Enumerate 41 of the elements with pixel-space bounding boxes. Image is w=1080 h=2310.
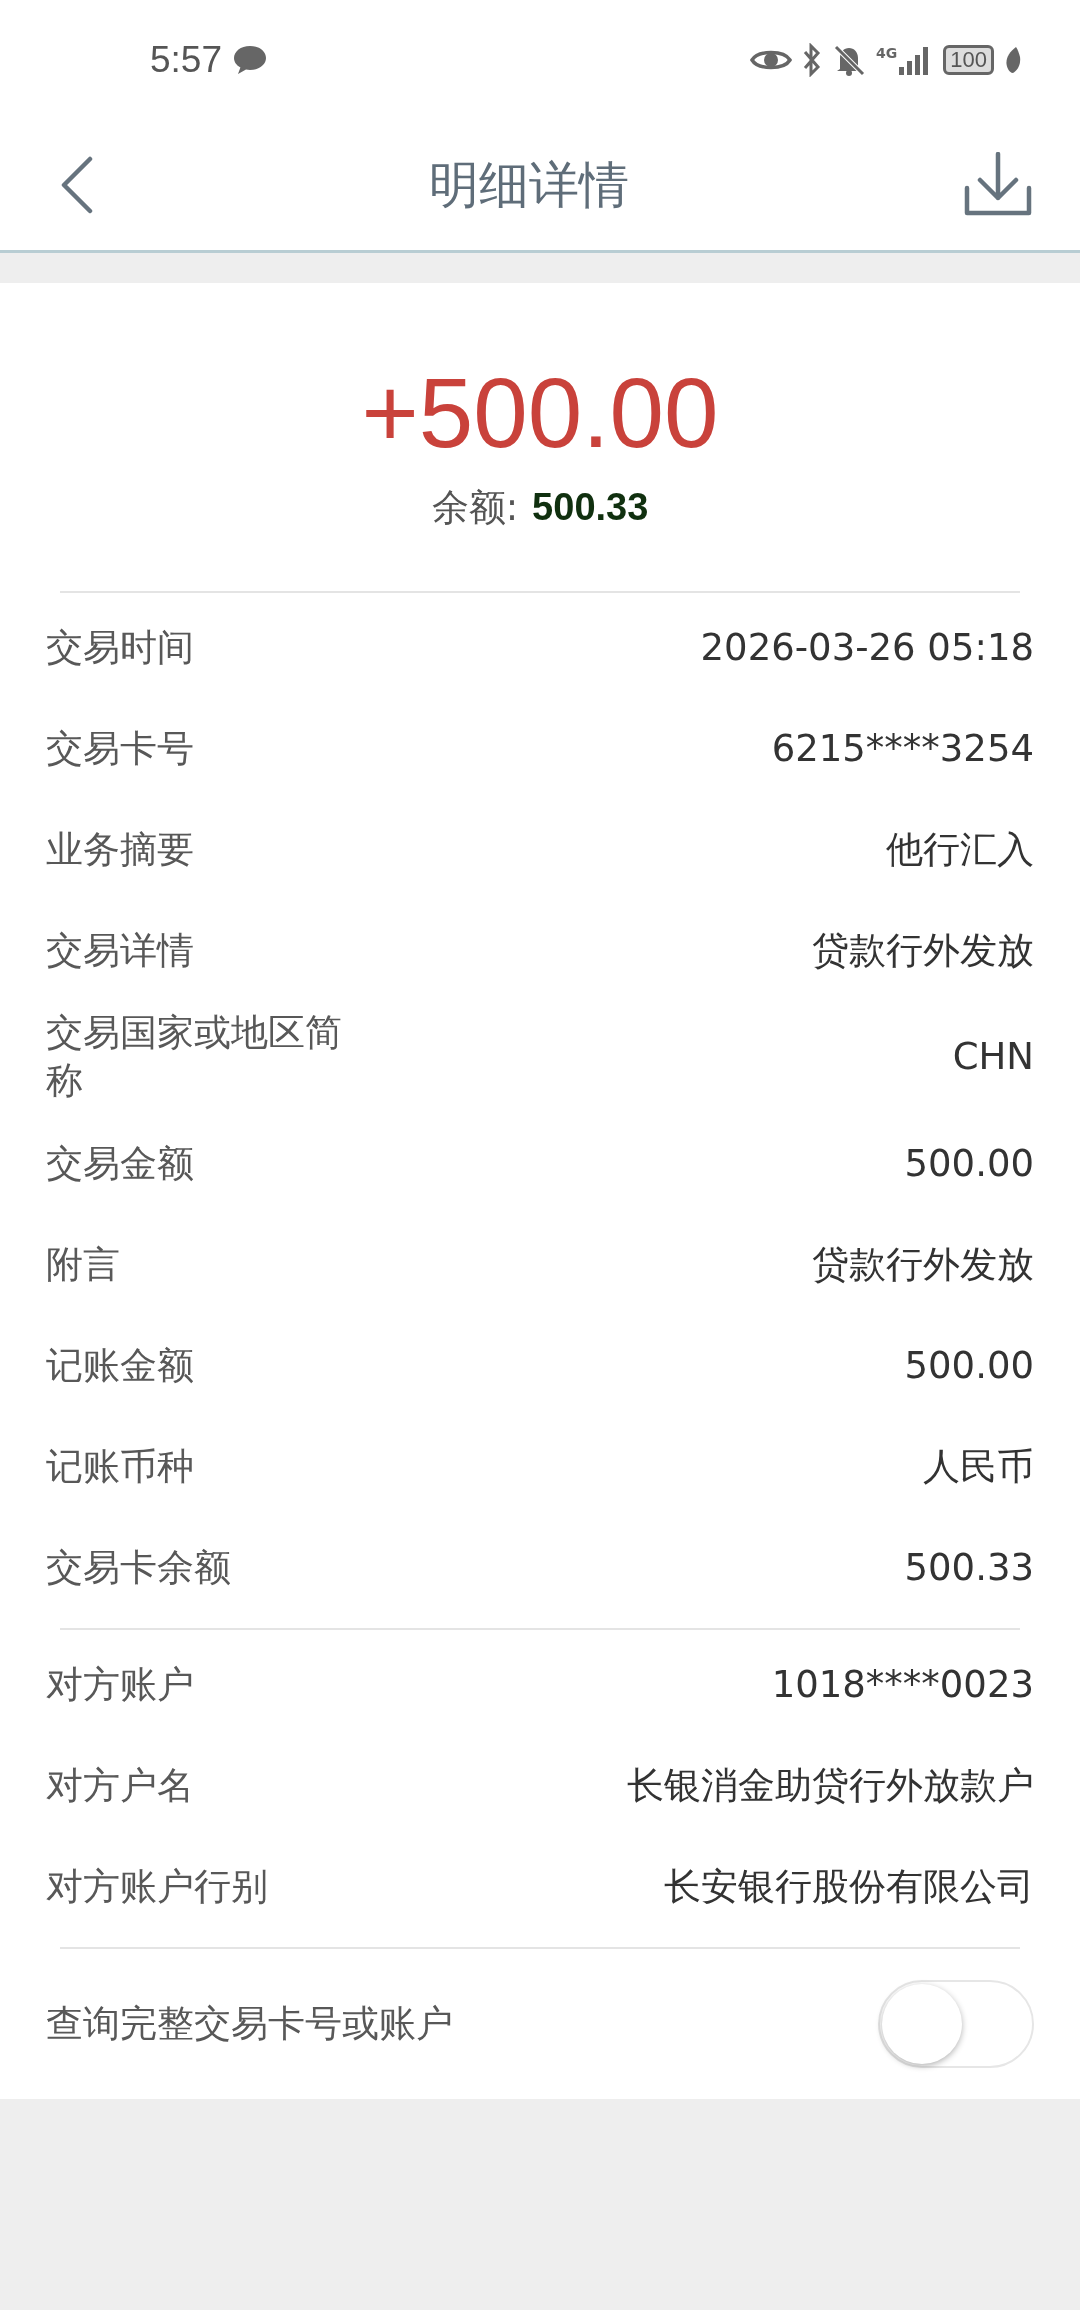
field-label: 对方户名 xyxy=(46,1762,194,1809)
message-icon xyxy=(232,44,268,76)
field-label: 交易国家或地区简称 xyxy=(46,1010,343,1104)
field-value: 他行汇入 xyxy=(886,826,1034,873)
field-value: 2026-03-26 05:18 xyxy=(700,624,1034,671)
bell-muted-icon xyxy=(832,43,867,77)
field-value: 500.00 xyxy=(904,1140,1034,1187)
field-value: 500.00 xyxy=(904,1342,1034,1389)
back-button[interactable] xyxy=(60,156,94,214)
page-title: 明细详情 xyxy=(429,154,629,216)
field-value: 贷款行外发放 xyxy=(812,927,1034,974)
field-label: 交易卡余额 xyxy=(46,1544,231,1591)
field-label: 交易时间 xyxy=(46,624,194,671)
field-value: CHN xyxy=(952,1034,1034,1080)
network-type: 4G xyxy=(876,45,898,61)
clock-time: 5:57 xyxy=(150,39,222,81)
battery-level: 100 xyxy=(943,45,994,75)
field-value: 长安银行股份有限公司 xyxy=(664,1863,1034,1910)
field-label: 交易金额 xyxy=(46,1140,194,1187)
field-label: 附言 xyxy=(46,1241,120,1288)
field-label: 交易卡号 xyxy=(46,725,194,772)
field-value: 500.33 xyxy=(904,1544,1034,1591)
transaction-amount: +500.00 xyxy=(360,357,720,470)
field-value: 1018****0023 xyxy=(771,1661,1034,1708)
download-button[interactable] xyxy=(964,152,1032,218)
leaf-icon xyxy=(1004,45,1022,75)
toggle-label: 查询完整交易卡号或账户 xyxy=(46,2001,453,2047)
field-label: 业务摘要 xyxy=(46,826,194,873)
field-value: 人民币 xyxy=(923,1443,1034,1490)
field-label: 记账币种 xyxy=(46,1443,194,1490)
bluetooth-icon xyxy=(802,43,823,77)
field-value: 贷款行外发放 xyxy=(812,1241,1034,1288)
field-value: 6215****3254 xyxy=(771,725,1034,772)
field-label: 对方账户 xyxy=(46,1661,194,1708)
download-icon xyxy=(964,152,1032,218)
field-label: 交易详情 xyxy=(46,927,194,974)
field-value: 长银消金助贷行外放款户 xyxy=(627,1762,1034,1809)
field-label: 对方账户行别 xyxy=(46,1863,268,1910)
balance-value: 500.33 xyxy=(532,486,649,529)
field-label: 记账金额 xyxy=(46,1342,194,1389)
balance-label: 余额: xyxy=(431,485,519,531)
